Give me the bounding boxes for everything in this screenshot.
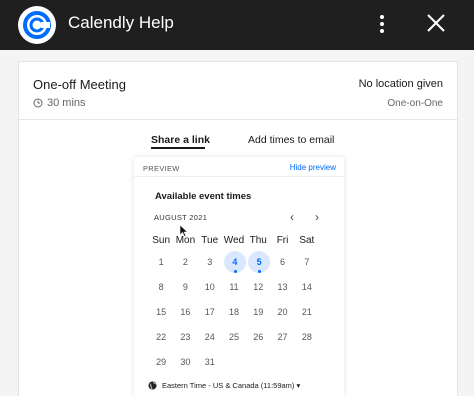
calendar-day: 8	[158, 282, 164, 292]
close-icon[interactable]	[424, 11, 448, 35]
calendar-day: 1	[158, 257, 164, 267]
calendar-day[interactable]: 5	[246, 250, 271, 275]
calendly-logo-icon	[18, 6, 56, 44]
calendar-day: 18	[228, 307, 239, 317]
calendar-day: 22	[156, 332, 167, 342]
meeting-title: One-off Meeting	[33, 77, 126, 92]
booking-preview: PREVIEW Hide preview Available event tim…	[134, 157, 344, 396]
available-times-title: Available event times	[155, 191, 252, 202]
location-label: No location given	[358, 78, 443, 90]
calendar-day: 10	[204, 282, 215, 292]
calendar-day: 13	[277, 282, 288, 292]
calendar-day: 9	[182, 282, 188, 292]
month-label: AUGUST 2021	[154, 213, 208, 222]
calendar-week: 15 16 17 18 19 20 21	[149, 300, 319, 325]
app-title: Calendly Help	[68, 13, 174, 32]
calendar-day: 17	[204, 307, 215, 317]
calendar-day: 7	[304, 257, 310, 267]
calendar-day: 2	[182, 257, 188, 267]
calendar-day: 3	[207, 257, 213, 267]
calendar-day: 29	[156, 357, 167, 367]
tab-add-times-to-email[interactable]: Add times to email	[248, 134, 334, 146]
previous-month-button[interactable]: ‹	[285, 210, 299, 224]
calendar-day: 25	[228, 332, 239, 342]
calendar-day: 24	[204, 332, 215, 342]
calendar-empty-cell	[222, 350, 246, 375]
calendar-day: 21	[301, 307, 312, 317]
timezone-selector[interactable]: Eastern Time - US & Canada (11:59am) ▾	[148, 381, 300, 390]
app-header: Calendly Help	[0, 0, 474, 50]
preview-label: PREVIEW	[143, 164, 180, 173]
calendar-week: 29 30 31	[149, 350, 319, 375]
clock-icon	[33, 98, 43, 108]
calendar-day: 31	[204, 357, 215, 367]
calendar-day: 14	[301, 282, 312, 292]
hide-preview-link[interactable]: Hide preview	[290, 163, 336, 172]
calendar-day: 16	[180, 307, 191, 317]
meeting-duration: 30 mins	[33, 97, 86, 109]
calendar-day: 26	[253, 332, 264, 342]
calendar-empty-cell	[295, 350, 319, 375]
calendar-week: 8 9 10 11 12 13 14	[149, 275, 319, 300]
calendar-day[interactable]: 4	[222, 250, 246, 275]
weekday-label: Fri	[276, 235, 289, 246]
timezone-label: Eastern Time - US & Canada (11:59am)	[162, 381, 295, 390]
weekday-label: Thu	[249, 235, 267, 246]
active-tab-indicator	[151, 147, 205, 149]
next-month-button[interactable]: ›	[310, 210, 324, 224]
more-vertical-icon[interactable]	[374, 13, 390, 37]
calendar-empty-cell	[270, 350, 294, 375]
mouse-cursor-icon	[180, 225, 188, 237]
weekday-label: Tue	[201, 235, 219, 246]
meeting-card: One-off Meeting 30 mins No location give…	[18, 61, 458, 396]
calendar-day: 23	[180, 332, 191, 342]
calendar: Sun Mon Tue Wed Thu Fri Sat 1 2 3 4 5 6 7 8 9 10 1…	[149, 231, 319, 375]
globe-icon	[148, 381, 157, 390]
divider	[134, 176, 344, 177]
tab-share-a-link[interactable]: Share a link	[151, 134, 210, 146]
calendar-empty-cell	[246, 350, 270, 375]
calendar-week: 22 23 24 25 26 27 28	[149, 325, 319, 350]
calendar-grid: 1 2 3 4 5 6 7 8 9 10 11 12 13 14 15 16 17 18 19 20 21 22 23 24 2…	[149, 250, 319, 375]
weekday-label: Wed	[223, 235, 245, 246]
calendar-day: 12	[253, 282, 264, 292]
weekday-header: Sun Mon Tue Wed Thu Fri Sat	[149, 231, 319, 250]
weekday-label: Sat	[299, 235, 315, 246]
calendar-day: 30	[180, 357, 191, 367]
meeting-header: One-off Meeting 30 mins No location give…	[19, 62, 457, 120]
calendar-week: 1 2 3456 7	[149, 250, 319, 275]
duration-label: 30 mins	[47, 97, 86, 109]
calendar-day: 28	[301, 332, 312, 342]
calendar-day: 27	[277, 332, 288, 342]
calendar-day: 6	[280, 257, 286, 267]
calendar-day: 11	[229, 282, 239, 292]
availability-dot	[233, 270, 237, 273]
calendar-day: 19	[253, 307, 264, 317]
event-kind-label: One-on-One	[387, 98, 443, 109]
weekday-label: Sun	[152, 235, 171, 246]
calendar-day: 15	[156, 307, 167, 317]
calendar-day: 20	[277, 307, 288, 317]
